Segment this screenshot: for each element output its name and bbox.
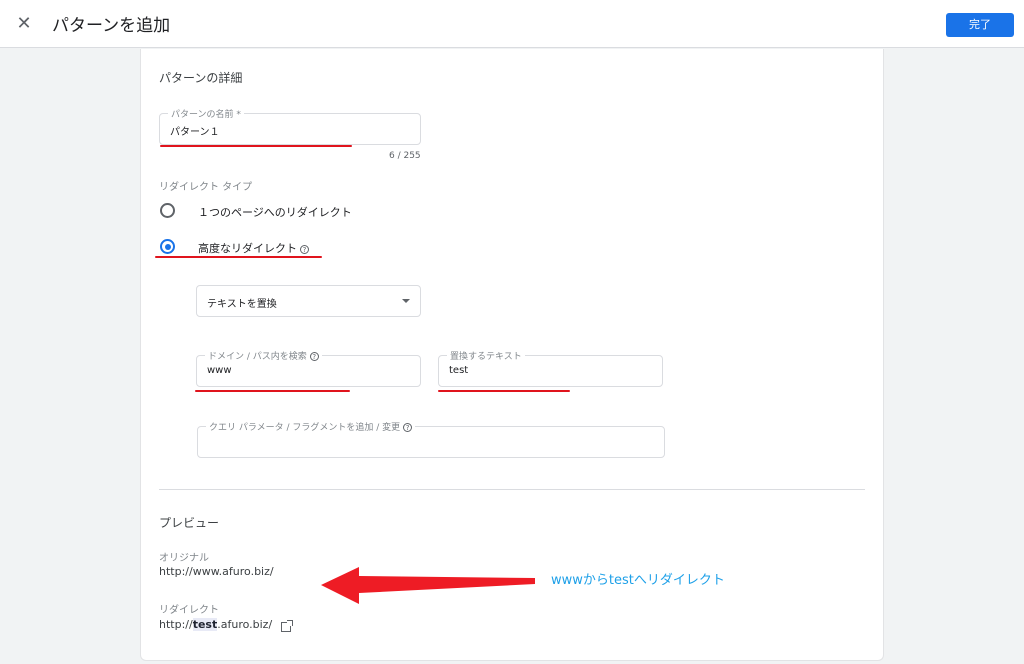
pattern-name-value: パターン１ bbox=[170, 127, 220, 138]
preview-section-title: プレビュー bbox=[159, 516, 220, 530]
search-domain-path-label: ドメイン / パス内を検索 bbox=[208, 352, 307, 362]
annotation-arrow-shape bbox=[321, 567, 535, 604]
page-title: パターンを追加 bbox=[52, 16, 171, 36]
original-label: オリジナル bbox=[159, 553, 209, 564]
radio-button[interactable] bbox=[160, 203, 175, 218]
annotation-underline bbox=[438, 390, 570, 392]
redirect-type-label: リダイレクト タイプ bbox=[159, 182, 253, 193]
annotation-arrow-icon bbox=[321, 567, 535, 604]
divider bbox=[159, 489, 865, 490]
redirect-url-suffix: .afuro.biz/ bbox=[217, 618, 273, 631]
action-select[interactable]: テキストを置換 bbox=[196, 285, 421, 317]
top-bar: ✕ パターンを追加 完了 bbox=[0, 0, 1024, 48]
annotation-underline bbox=[155, 256, 322, 258]
radio-advanced[interactable]: 高度なリダイレクト? bbox=[160, 239, 460, 255]
annotation-underline bbox=[160, 145, 352, 147]
original-url: http://www.afuro.biz/ bbox=[159, 565, 274, 578]
radio-advanced-label: 高度なリダイレクト bbox=[198, 242, 297, 255]
query-fragment-label: クエリ パラメータ / フラグメントを追加 / 変更 bbox=[209, 423, 401, 433]
redirect-url-highlight: test bbox=[192, 618, 218, 631]
annotation-text: wwwからtestへリダイレクト bbox=[551, 573, 725, 588]
pattern-name-counter: 6 / 255 bbox=[389, 151, 421, 161]
query-fragment-field[interactable]: クエリ パラメータ / フラグメントを追加 / 変更? bbox=[197, 420, 665, 458]
search-domain-path-field[interactable]: ドメイン / パス内を検索? www bbox=[196, 349, 421, 387]
replace-text-field[interactable]: 置換するテキスト test bbox=[438, 349, 663, 387]
search-domain-path-value: www bbox=[207, 365, 232, 376]
annotation-underline bbox=[195, 390, 350, 392]
replace-text-value: test bbox=[449, 365, 469, 376]
pattern-name-label: パターンの名前 * bbox=[168, 107, 244, 120]
help-icon[interactable]: ? bbox=[309, 352, 319, 361]
radio-single-page[interactable]: １つのページへのリダイレクト bbox=[160, 203, 460, 219]
help-icon[interactable]: ? bbox=[403, 423, 413, 432]
action-select-value: テキストを置換 bbox=[207, 299, 277, 310]
close-icon[interactable]: ✕ bbox=[12, 12, 36, 36]
radio-single-page-label: １つのページへのリダイレクト bbox=[198, 206, 352, 219]
redirect-url-prefix: http:// bbox=[159, 618, 193, 631]
help-icon[interactable]: ? bbox=[300, 244, 309, 254]
done-button[interactable]: 完了 bbox=[946, 13, 1014, 37]
radio-button-checked[interactable] bbox=[160, 239, 175, 254]
pattern-name-field[interactable]: パターンの名前 * パターン１ bbox=[159, 107, 421, 145]
redirect-label: リダイレクト bbox=[159, 605, 219, 616]
chevron-down-icon bbox=[402, 299, 410, 303]
replace-text-label: 置換するテキスト bbox=[447, 349, 525, 362]
open-in-new-icon[interactable] bbox=[281, 620, 293, 632]
redirect-url[interactable]: http://test.afuro.biz/ bbox=[159, 618, 272, 631]
details-section-title: パターンの詳細 bbox=[159, 71, 243, 85]
